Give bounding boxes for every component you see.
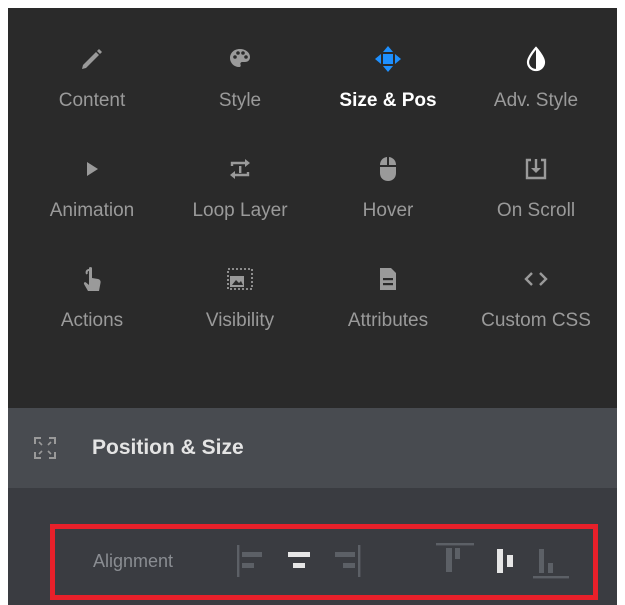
tab-style[interactable]: Style [166, 8, 314, 118]
tab-label: Custom CSS [481, 310, 591, 331]
align-right-icon [325, 541, 365, 586]
tab-label: Actions [60, 310, 124, 331]
alignment-row: Alignment [50, 524, 598, 600]
layer-settings-panel: Content Style Size & Pos Adv. Style Anim… [8, 8, 617, 605]
tab-label: Adv. Style [493, 90, 579, 111]
align-middle-button[interactable] [485, 541, 529, 585]
image-frame-icon [226, 264, 254, 294]
tab-content[interactable]: Content [18, 8, 166, 118]
tab-label: Visibility [205, 310, 275, 331]
play-icon [82, 154, 102, 184]
code-brackets-icon [522, 264, 550, 294]
tab-hover[interactable]: Hover [314, 118, 462, 228]
align-top-icon [433, 541, 477, 586]
scroll-download-icon [523, 154, 549, 184]
tab-animation[interactable]: Animation [18, 118, 166, 228]
alignment-label: Alignment [93, 551, 174, 571]
align-center-button[interactable] [277, 541, 321, 585]
tab-label: Animation [49, 200, 135, 221]
align-left-button[interactable] [231, 541, 275, 585]
tab-label: Style [218, 90, 262, 111]
tab-actions[interactable]: Actions [18, 228, 166, 338]
tab-label: Hover [362, 200, 414, 221]
palette-icon [227, 44, 253, 74]
align-center-icon [279, 541, 319, 586]
move-arrows-icon [373, 44, 403, 74]
pencil-icon [79, 44, 105, 74]
tab-visibility[interactable]: Visibility [166, 228, 314, 338]
tab-size-pos[interactable]: Size & Pos [314, 8, 462, 118]
settings-tabs: Content Style Size & Pos Adv. Style Anim… [8, 8, 617, 408]
align-right-button[interactable] [323, 541, 367, 585]
section-body: Alignment [8, 488, 617, 605]
contrast-drop-icon [524, 44, 548, 74]
tab-custom-css[interactable]: Custom CSS [462, 228, 610, 338]
section-header-position-size[interactable]: Position & Size [8, 408, 617, 488]
tab-label: Size & Pos [339, 90, 437, 111]
align-left-icon [233, 541, 273, 586]
tab-loop-layer[interactable]: Loop Layer [166, 118, 314, 228]
tab-on-scroll[interactable]: On Scroll [462, 118, 610, 228]
align-middle-icon [487, 541, 527, 586]
align-top-button[interactable] [433, 541, 477, 585]
align-bottom-button[interactable] [529, 541, 573, 585]
tab-label: Content [58, 90, 126, 111]
expand-corners-icon [30, 433, 60, 463]
tab-label: Loop Layer [192, 200, 288, 221]
mouse-icon [377, 154, 399, 184]
tab-attributes[interactable]: Attributes [314, 228, 462, 338]
loop-icon [227, 154, 253, 184]
section-title: Position & Size [92, 436, 244, 459]
align-bottom-icon [529, 541, 573, 586]
tab-label: Attributes [347, 310, 429, 331]
document-icon [377, 264, 399, 294]
tab-adv-style[interactable]: Adv. Style [462, 8, 610, 118]
tap-hand-icon [80, 264, 104, 294]
tab-label: On Scroll [496, 200, 576, 221]
